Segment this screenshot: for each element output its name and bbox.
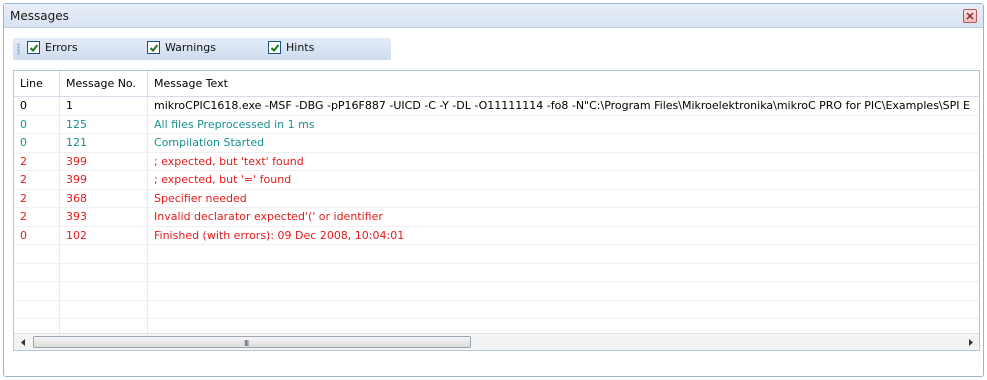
hints-label: Hints [286, 41, 315, 54]
cell-message-no [60, 263, 148, 281]
cell-message-no: 121 [60, 134, 148, 152]
table-row[interactable]: 2 399 ; expected, but 'text' found [14, 152, 979, 171]
scroll-right-button[interactable] [962, 334, 979, 350]
cell-line: 0 [14, 226, 60, 244]
cell-message-no: 1 [60, 97, 148, 115]
warnings-label: Warnings [165, 41, 216, 54]
errors-label: Errors [45, 41, 78, 54]
cell-line [14, 263, 60, 281]
table-row[interactable]: 0 121 Compilation Started [14, 134, 979, 153]
close-icon [966, 12, 974, 20]
cell-message-no [60, 282, 148, 300]
toolbar-grip-icon[interactable] [17, 43, 20, 55]
column-header-line[interactable]: Line [14, 71, 60, 97]
cell-line [14, 300, 60, 318]
cell-message-text [148, 301, 979, 319]
table-row[interactable] [14, 263, 979, 282]
cell-line: 2 [14, 171, 60, 189]
checkmark-icon [27, 41, 40, 54]
cell-line: 2 [14, 189, 60, 207]
cell-message-text: Finished (with errors): 09 Dec 2008, 10:… [154, 228, 405, 242]
message-filter-toolbar: Errors Warnings Hints [13, 38, 391, 60]
cell-message-text: Compilation Started [154, 136, 265, 149]
arrow-left-icon [20, 338, 25, 346]
cell-message-text [148, 245, 979, 263]
table-row[interactable]: 2 393 Invalid declarator expected'(' or id… [14, 208, 979, 227]
cell-message-no [60, 245, 148, 263]
panel-title: Messages [10, 9, 69, 23]
scrollbar-thumb[interactable]: III [33, 336, 471, 348]
table-row[interactable]: 0 125 All files Preprocessed in 1 ms [14, 115, 979, 134]
horizontal-scrollbar[interactable]: III [14, 333, 979, 350]
table-row[interactable] [14, 282, 979, 301]
errors-checkbox[interactable]: Errors [27, 41, 78, 54]
cell-message-no: 393 [60, 208, 148, 226]
cell-message-text: Invalid declarator expected'(' or identi… [154, 210, 383, 223]
cell-message-text: Specifier needed [154, 191, 247, 205]
cell-line: 0 [14, 97, 60, 115]
cell-line: 2 [14, 208, 60, 226]
cell-line: 0 [14, 115, 60, 133]
cell-message-no [60, 300, 148, 318]
table-row[interactable] [14, 300, 979, 319]
cell-message-no: 125 [60, 115, 148, 133]
cell-message-text: All files Preprocessed in 1 ms [154, 117, 315, 131]
panel-titlebar: Messages [4, 4, 983, 28]
cell-message-text: ; expected, but 'text' found [154, 154, 304, 168]
cell-message-no: 368 [60, 189, 148, 207]
cell-message-no: 399 [60, 152, 148, 170]
arrow-right-icon [968, 338, 973, 346]
warnings-checkbox[interactable]: Warnings [147, 41, 216, 54]
cell-message-no: 399 [60, 171, 148, 189]
grid-header: Line Message No. Message Text [14, 71, 979, 97]
messages-panel: Messages Errors Warnings Hints Line Mess… [3, 3, 984, 377]
cell-line: 0 [14, 134, 60, 152]
cell-line [14, 282, 60, 300]
cell-line [14, 245, 60, 263]
cell-message-text: ; expected, but '=' found [154, 173, 292, 186]
cell-message-no: 102 [60, 226, 148, 244]
message-rows: 0 1 mikroCPIC1618.exe -MSF -DBG -pP16F887 … [14, 97, 979, 338]
cell-line: 2 [14, 152, 60, 170]
column-header-message-no[interactable]: Message No. [60, 71, 148, 97]
table-row[interactable]: 2 368 Specifier needed [14, 189, 979, 208]
close-button[interactable] [963, 9, 977, 23]
checkmark-icon [147, 41, 160, 54]
table-row[interactable]: 0 102 Finished (with errors): 09 Dec 2008,… [14, 226, 979, 245]
cell-message-text [148, 264, 979, 282]
cell-message-text [148, 282, 979, 300]
scroll-left-button[interactable] [14, 334, 31, 350]
table-row[interactable]: 2 399 ; expected, but '=' found [14, 171, 979, 190]
cell-message-text: mikroCPIC1618.exe -MSF -DBG -pP16F887 -U… [154, 99, 970, 112]
column-header-message-text[interactable]: Message Text [148, 71, 979, 97]
table-row[interactable] [14, 245, 979, 264]
checkmark-icon [268, 41, 281, 54]
scrollbar-grip: III [244, 339, 249, 348]
table-row[interactable]: 0 1 mikroCPIC1618.exe -MSF -DBG -pP16F887 … [14, 97, 979, 116]
hints-checkbox[interactable]: Hints [268, 41, 314, 54]
messages-grid: Line Message No. Message Text 0 1 mikroCPI… [13, 70, 980, 351]
